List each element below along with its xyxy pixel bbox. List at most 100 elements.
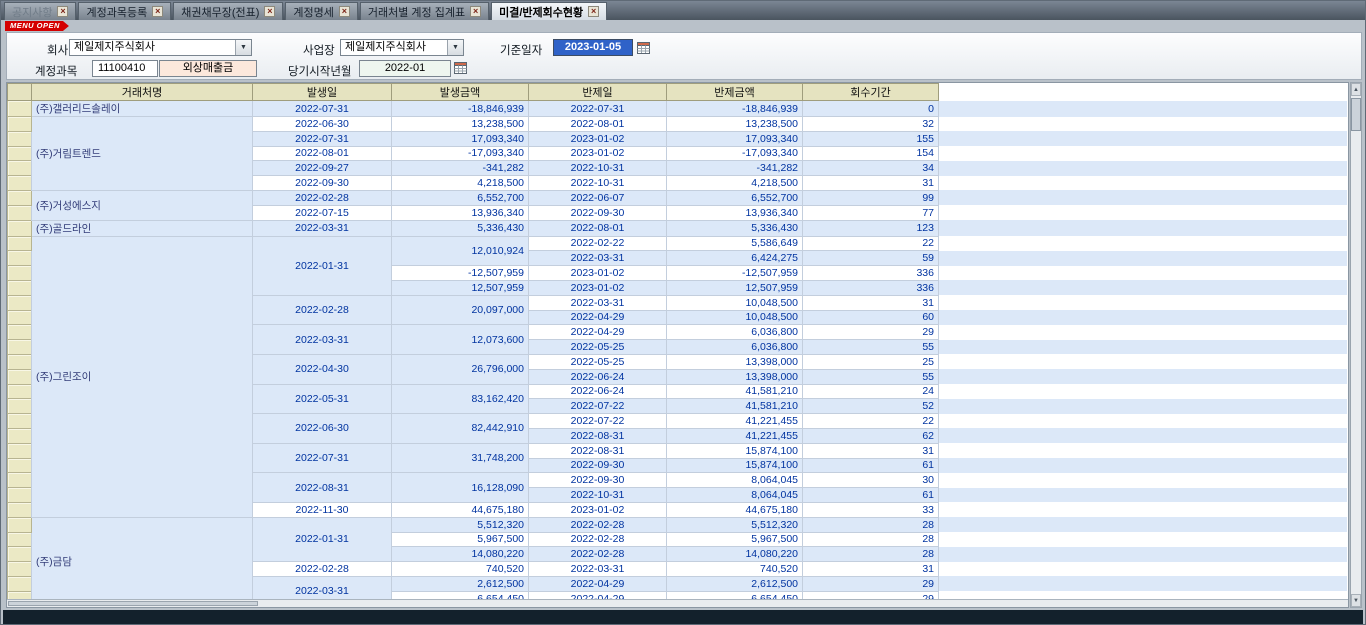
cell-days[interactable]: 55 <box>803 340 939 355</box>
cell-days[interactable]: 0 <box>803 101 939 117</box>
cell-date[interactable]: 2022-07-22 <box>529 399 667 414</box>
tab-close-icon[interactable]: × <box>588 6 599 17</box>
cell-amt[interactable]: 6,552,700 <box>392 190 529 205</box>
cell-amt[interactable]: 83,162,420 <box>392 384 529 414</box>
cell-name[interactable]: (주)골드라인 <box>32 220 253 236</box>
cell-days[interactable]: 24 <box>803 384 939 399</box>
cell-date[interactable]: 2022-05-25 <box>529 340 667 355</box>
cell-amt[interactable]: 5,336,430 <box>392 220 529 236</box>
row-selector[interactable] <box>8 190 32 205</box>
tab-2[interactable]: 채권채무장(전표)× <box>173 2 283 20</box>
cell-days[interactable]: 34 <box>803 161 939 176</box>
row-selector[interactable] <box>8 101 32 117</box>
cell-date[interactable]: 2022-09-30 <box>529 473 667 488</box>
row-selector[interactable] <box>8 532 32 547</box>
cell-amt[interactable]: 44,675,180 <box>667 502 803 517</box>
cell-amt[interactable]: 10,048,500 <box>667 295 803 310</box>
cell-days[interactable]: 77 <box>803 205 939 220</box>
cell-days[interactable]: 32 <box>803 117 939 132</box>
cell-date[interactable]: 2022-03-31 <box>529 251 667 266</box>
cell-date[interactable]: 2022-06-30 <box>253 414 392 444</box>
cell-date[interactable]: 2022-08-31 <box>529 443 667 458</box>
row-selector[interactable] <box>8 399 32 414</box>
cell-amt[interactable]: 6,424,275 <box>667 251 803 266</box>
cell-name[interactable]: (주)거림트렌드 <box>32 117 253 191</box>
cell-date[interactable]: 2022-06-24 <box>529 384 667 399</box>
cell-date[interactable]: 2022-03-31 <box>529 295 667 310</box>
cell-amt[interactable]: 5,336,430 <box>667 220 803 236</box>
cell-amt[interactable]: 5,967,500 <box>667 532 803 547</box>
base-date-input[interactable]: 2023-01-05 <box>553 39 633 56</box>
cell-date[interactable]: 2022-03-31 <box>253 220 392 236</box>
cell-days[interactable]: 22 <box>803 236 939 251</box>
cell-amt[interactable]: 4,218,500 <box>667 176 803 191</box>
row-selector[interactable] <box>8 117 32 132</box>
cell-days[interactable]: 123 <box>803 220 939 236</box>
cell-amt[interactable]: 6,036,800 <box>667 340 803 355</box>
cell-date[interactable]: 2023-01-02 <box>529 280 667 295</box>
tab-close-icon[interactable]: × <box>339 6 350 17</box>
cell-amt[interactable]: -18,846,939 <box>392 101 529 117</box>
calendar-icon[interactable] <box>637 41 650 54</box>
cell-amt[interactable]: 8,064,045 <box>667 488 803 503</box>
cell-days[interactable]: 31 <box>803 176 939 191</box>
cell-amt[interactable]: 740,520 <box>392 562 529 577</box>
row-selector[interactable] <box>8 266 32 281</box>
cell-date[interactable]: 2022-04-29 <box>529 576 667 591</box>
tab-5[interactable]: 미결/반제회수현황× <box>491 2 607 20</box>
tab-close-icon[interactable]: × <box>264 6 275 17</box>
cell-amt[interactable]: 13,238,500 <box>667 117 803 132</box>
cell-amt[interactable]: 26,796,000 <box>392 354 529 384</box>
tab-4[interactable]: 거래처별 계정 집계표× <box>360 2 489 20</box>
chevron-down-icon[interactable]: ▼ <box>235 40 251 55</box>
tab-1[interactable]: 계정과목등록× <box>78 2 171 20</box>
company-select[interactable]: 제일제지주식회사 ▼ <box>69 39 252 56</box>
cell-days[interactable]: 61 <box>803 458 939 473</box>
cell-days[interactable]: 61 <box>803 488 939 503</box>
cell-amt[interactable]: -17,093,340 <box>392 146 529 161</box>
row-selector[interactable] <box>8 428 32 443</box>
row-selector[interactable] <box>8 295 32 310</box>
cell-amt[interactable]: 13,398,000 <box>667 354 803 369</box>
cell-date[interactable]: 2022-02-28 <box>253 295 392 325</box>
cell-amt[interactable]: 17,093,340 <box>392 131 529 146</box>
cell-amt[interactable]: 4,218,500 <box>392 176 529 191</box>
cell-date[interactable]: 2022-01-31 <box>253 236 392 295</box>
row-selector[interactable] <box>8 354 32 369</box>
cell-date[interactable]: 2022-02-28 <box>529 517 667 532</box>
calendar-icon[interactable] <box>454 61 467 74</box>
cell-date[interactable]: 2022-08-01 <box>529 220 667 236</box>
cell-date[interactable]: 2023-01-02 <box>529 131 667 146</box>
cell-days[interactable]: 28 <box>803 532 939 547</box>
cell-days[interactable]: 22 <box>803 414 939 429</box>
cell-amt[interactable]: 12,073,600 <box>392 325 529 355</box>
cell-date[interactable]: 2022-07-15 <box>253 205 392 220</box>
cell-date[interactable]: 2022-07-31 <box>529 101 667 117</box>
cell-date[interactable]: 2022-10-31 <box>529 488 667 503</box>
header-customer[interactable]: 거래처명 <box>32 84 253 101</box>
cell-amt[interactable]: 13,936,340 <box>667 205 803 220</box>
cell-amt[interactable]: 13,398,000 <box>667 369 803 384</box>
cell-amt[interactable]: 14,080,220 <box>667 547 803 562</box>
cell-amt[interactable]: -341,282 <box>667 161 803 176</box>
cell-amt[interactable]: 12,010,924 <box>392 236 529 266</box>
cell-amt[interactable]: -12,507,959 <box>392 266 529 281</box>
cell-days[interactable]: 336 <box>803 280 939 295</box>
cell-date[interactable]: 2022-08-31 <box>253 473 392 503</box>
cell-date[interactable]: 2022-07-31 <box>253 131 392 146</box>
cell-name[interactable]: (주)갤러리드솔레이 <box>32 101 253 117</box>
cell-date[interactable]: 2022-09-30 <box>529 458 667 473</box>
cell-amt[interactable]: 31,748,200 <box>392 443 529 473</box>
row-selector[interactable] <box>8 369 32 384</box>
cell-date[interactable]: 2022-07-22 <box>529 414 667 429</box>
cell-days[interactable]: 59 <box>803 251 939 266</box>
cell-date[interactable]: 2022-03-31 <box>529 562 667 577</box>
cell-amt[interactable]: 41,221,455 <box>667 428 803 443</box>
row-selector[interactable] <box>8 325 32 340</box>
row-selector[interactable] <box>8 443 32 458</box>
tab-close-icon[interactable]: × <box>57 6 68 17</box>
row-selector[interactable] <box>8 161 32 176</box>
cell-amt[interactable]: 13,936,340 <box>392 205 529 220</box>
cell-date[interactable]: 2022-09-27 <box>253 161 392 176</box>
header-settle-amount[interactable]: 반제금액 <box>667 84 803 101</box>
